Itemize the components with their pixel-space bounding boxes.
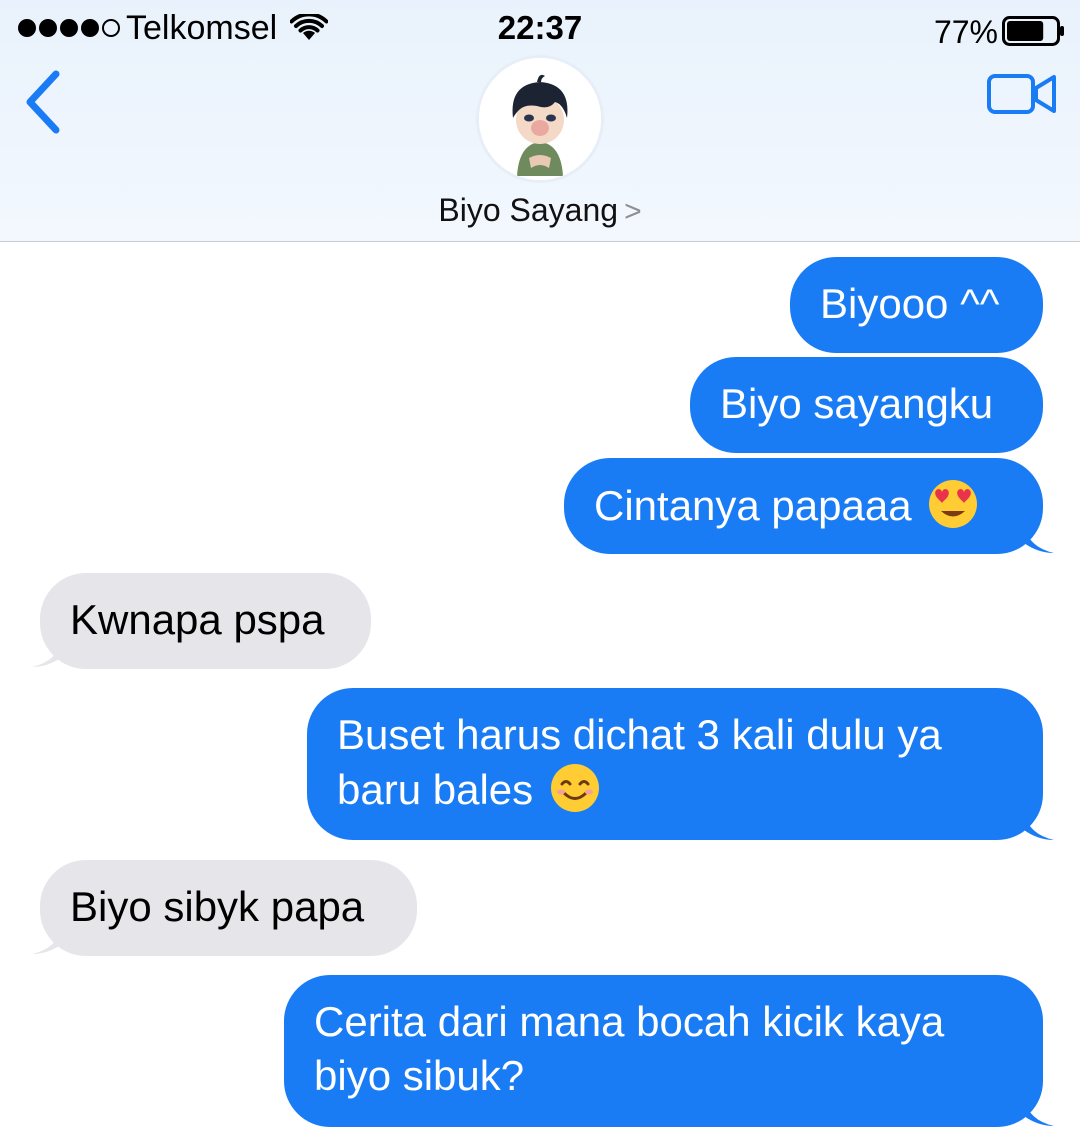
message-bubble-outgoing[interactable]: Biyo sayangku bbox=[690, 357, 1043, 453]
message-bubble-outgoing[interactable]: Cerita dari mana bocah kicik kaya biyo s… bbox=[284, 975, 1043, 1127]
message-bubble-outgoing[interactable]: Cintanya papaaa bbox=[564, 458, 1043, 554]
message-bubble-outgoing[interactable]: Buset harus dichat 3 kali dulu ya baru b… bbox=[307, 688, 1043, 840]
bubble-tail bbox=[1024, 812, 1054, 840]
message-text-line: Buset harus dichat 3 kali dulu ya bbox=[337, 711, 942, 758]
message-bubble-incoming[interactable]: Kwnapa pspa bbox=[40, 573, 371, 669]
message-text: Kwnapa pspa bbox=[70, 596, 325, 643]
contact-name: Biyo Sayang bbox=[438, 192, 619, 228]
bubble-tail bbox=[32, 926, 62, 954]
message-text-line: biyo sibuk? bbox=[314, 1052, 525, 1099]
message-text-line: baru bales bbox=[337, 766, 534, 813]
status-time: 22:37 bbox=[497, 9, 583, 46]
smiling-face-emoji bbox=[550, 764, 599, 812]
contact-avatar[interactable] bbox=[479, 58, 601, 180]
bubble-tail bbox=[32, 639, 62, 667]
message-text: Biyooo ^^ bbox=[820, 280, 1000, 327]
contact-name-button[interactable]: Biyo Sayang > bbox=[0, 190, 1080, 232]
status-bar: Telkomsel 22:37 77% bbox=[0, 0, 1080, 60]
battery-percent: 77% bbox=[933, 14, 998, 50]
messages-screen: Telkomsel 22:37 77% Biyo Sayang > Biyooo… bbox=[0, 0, 1080, 1131]
chevron-right-icon: > bbox=[624, 195, 642, 228]
message-text: Cintanya papaaa bbox=[594, 482, 912, 529]
message-text: Biyo sayangku bbox=[720, 380, 994, 427]
message-text: Biyo sibyk papa bbox=[70, 883, 365, 930]
message-bubble-incoming[interactable]: Biyo sibyk papa bbox=[40, 860, 417, 956]
battery-icon bbox=[1002, 16, 1064, 46]
bubble-tail bbox=[1024, 1098, 1054, 1126]
chevron-left-icon[interactable] bbox=[20, 68, 64, 136]
message-text-line: Cerita dari mana bocah kicik kaya bbox=[314, 998, 945, 1045]
video-camera-icon[interactable] bbox=[986, 70, 1058, 118]
heart-eyes-emoji bbox=[929, 480, 978, 528]
message-bubble-outgoing[interactable]: Biyooo ^^ bbox=[790, 257, 1043, 353]
conversation-header: Telkomsel 22:37 77% Biyo Sayang > bbox=[0, 0, 1080, 242]
avatar-illustration bbox=[479, 58, 601, 180]
bubble-tail bbox=[1024, 525, 1054, 553]
